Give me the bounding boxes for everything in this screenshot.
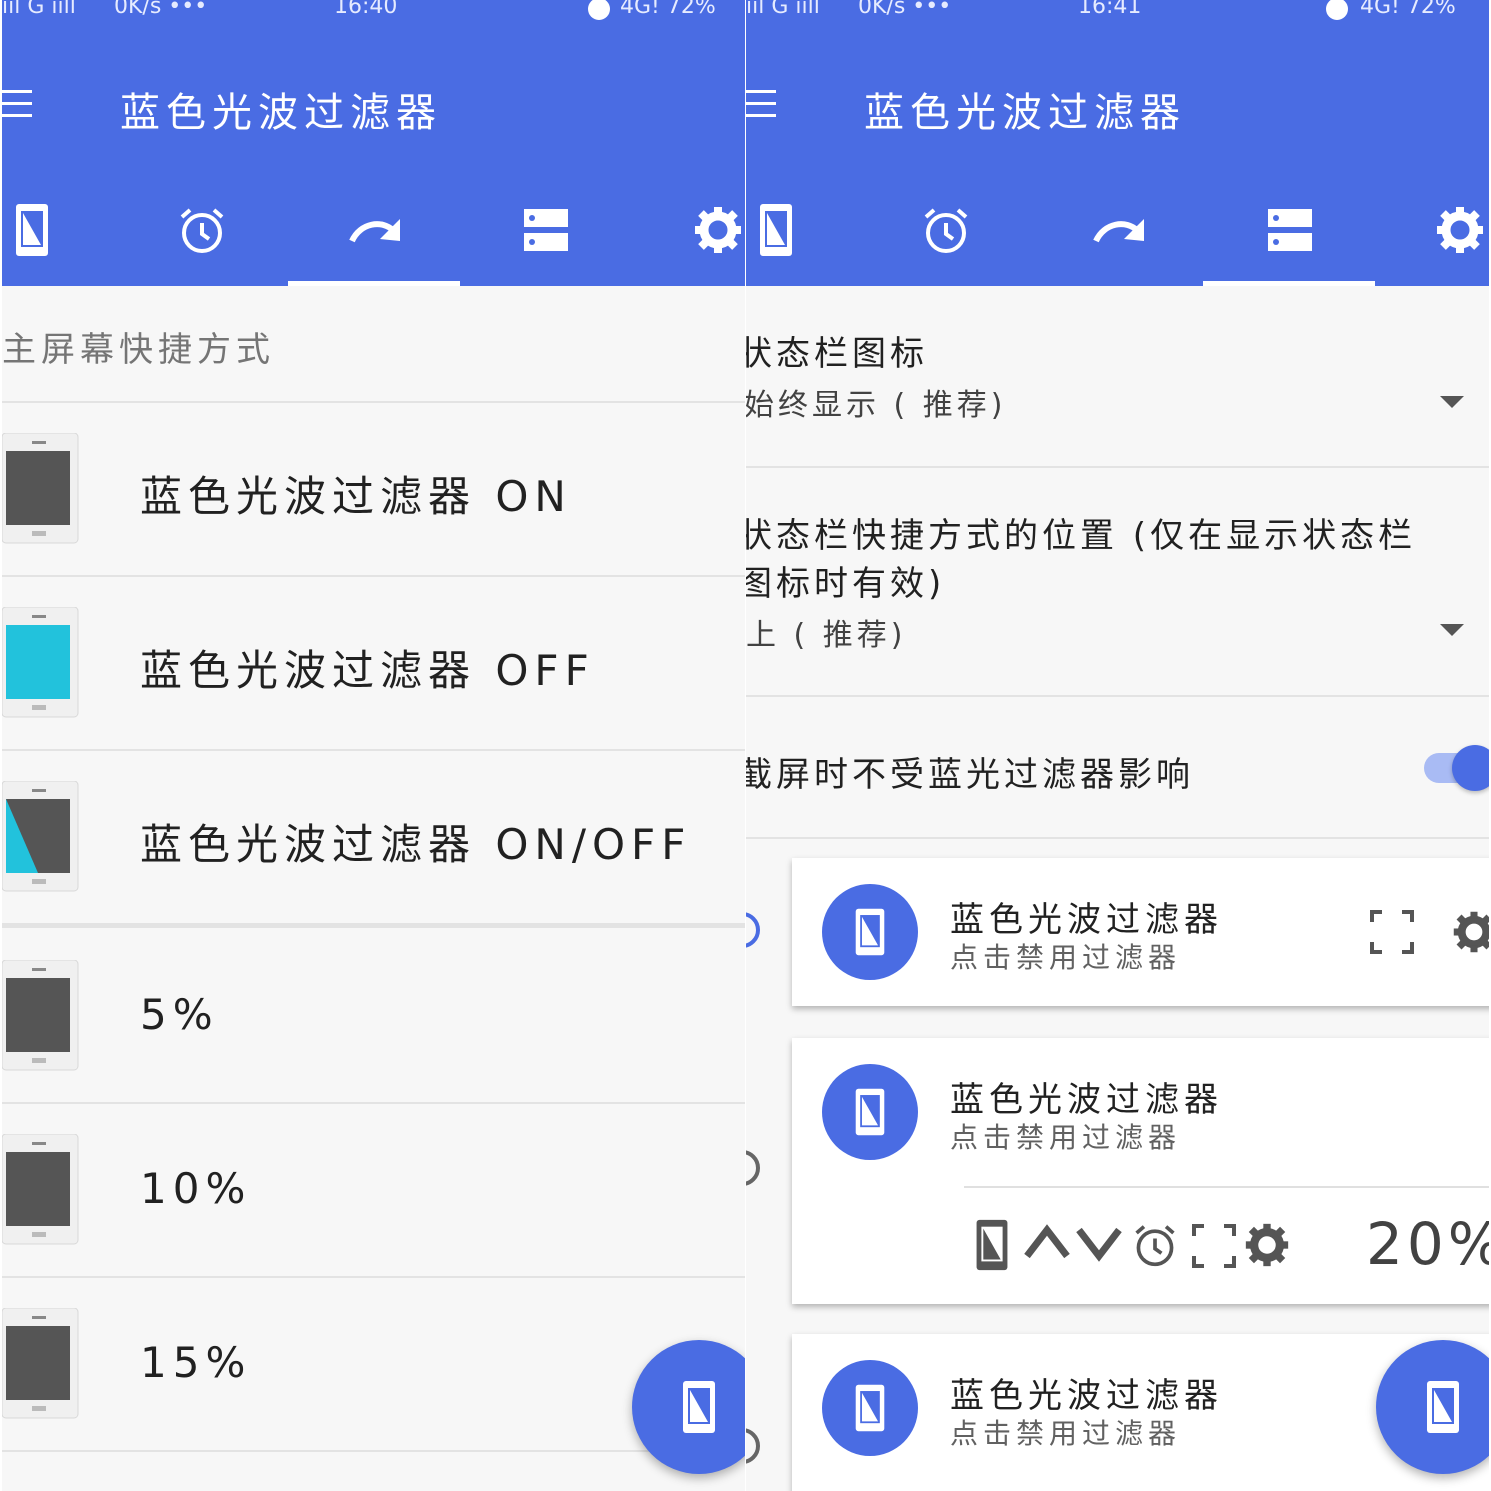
shortcut-label: 15% xyxy=(140,1338,252,1387)
gear-icon[interactable] xyxy=(1452,910,1489,954)
shortcut-label: 蓝色光波过滤器 ON/OFF xyxy=(140,820,692,869)
shortcut-row-5[interactable]: 5% xyxy=(2,928,745,1104)
notification-preview-2[interactable]: 蓝色光波过滤器 点击禁用过滤器 20% xyxy=(792,1038,1489,1304)
shortcut-label: 蓝色光波过滤器 OFF xyxy=(140,646,595,695)
intensity-percent: 20% xyxy=(1366,1210,1489,1278)
divider xyxy=(964,1186,1489,1188)
network-speed: 0K/s ••• xyxy=(858,0,952,19)
tab-notification[interactable] xyxy=(1260,192,1320,268)
left-screen: ııl G ııll 0K/s ••• 16:40 4G! 72% 蓝色光波过滤… xyxy=(2,0,745,1491)
phone-filter-icon[interactable] xyxy=(974,1218,1010,1272)
alarm-clock-icon xyxy=(924,208,968,253)
shortcut-row-on[interactable]: 蓝色光波过滤器 ON xyxy=(2,403,745,577)
phone-filter-icon xyxy=(855,1384,885,1432)
notification-preview-1[interactable]: 蓝色光波过滤器 点击禁用过滤器 xyxy=(792,858,1489,1006)
phone-filter-icon xyxy=(760,204,792,256)
notification-title: 蓝色光波过滤器 xyxy=(950,1080,1223,1120)
pref-title-line2: 图标时有效) xyxy=(746,564,946,604)
network-battery: 4G! 72% xyxy=(1360,0,1456,19)
notification-icon xyxy=(822,1360,918,1456)
tab-shortcuts[interactable] xyxy=(1089,192,1149,268)
notification-text: 点击禁用过滤器 xyxy=(950,1417,1182,1450)
radio-unselected[interactable] xyxy=(746,1150,760,1186)
notification-title: 蓝色光波过滤器 xyxy=(950,900,1223,940)
chevron-up-icon[interactable] xyxy=(1022,1222,1072,1262)
clock: 16:40 xyxy=(334,0,398,19)
status-bar: ııl G ııll 0K/s ••• 16:41 4G! 72% xyxy=(746,0,1489,36)
lock-status-icon xyxy=(588,0,610,20)
chevron-down-icon[interactable] xyxy=(1074,1224,1124,1264)
shortcut-label: 5% xyxy=(140,990,219,1039)
pref-title: 状态栏图标 xyxy=(746,334,928,374)
gear-icon xyxy=(1437,207,1483,253)
pref-value: 上 ( 推荐) xyxy=(746,618,907,653)
app-title: 蓝色光波过滤器 xyxy=(864,90,1186,136)
shortcut-row-toggle[interactable]: 蓝色光波过滤器 ON/OFF xyxy=(2,751,745,928)
gear-icon[interactable] xyxy=(1244,1222,1290,1268)
phone-filter-icon xyxy=(855,908,885,956)
tab-shortcuts[interactable] xyxy=(345,192,405,268)
phone-filter-icon xyxy=(855,1088,885,1136)
right-screen: ııl G ııll 0K/s ••• 16:41 4G! 72% 蓝色光波过滤… xyxy=(746,0,1489,1491)
redo-arrow-icon xyxy=(349,219,400,243)
signal-indicator: ııl G ııll xyxy=(2,0,76,19)
fullscreen-icon[interactable] xyxy=(1370,910,1414,954)
tab-settings[interactable] xyxy=(688,192,745,268)
shortcut-row-off[interactable]: 蓝色光波过滤器 OFF xyxy=(2,577,745,751)
hamburger-menu-icon[interactable] xyxy=(2,88,32,118)
network-battery: 4G! 72% xyxy=(620,0,716,19)
tab-schedule[interactable] xyxy=(172,192,232,268)
phone-cyan-icon xyxy=(2,607,79,718)
pref-title: 状态栏快捷方式的位置 (仅在显示状态栏 xyxy=(746,516,1417,556)
network-speed: 0K/s ••• xyxy=(114,0,208,19)
alarm-clock-icon xyxy=(180,208,224,253)
alarm-clock-icon[interactable] xyxy=(1132,1222,1178,1268)
shortcut-row-10[interactable]: 10% xyxy=(2,1104,745,1278)
phone-filter-icon xyxy=(1427,1381,1459,1433)
phone-dark-icon xyxy=(2,433,79,544)
tab-filter[interactable] xyxy=(2,192,62,268)
shortcut-label: 蓝色光波过滤器 ON xyxy=(140,472,572,521)
phone-half-icon xyxy=(2,781,79,892)
tab-notification[interactable] xyxy=(516,192,576,268)
server-list-icon xyxy=(1268,209,1312,251)
section-title: 主屏幕快捷方式 xyxy=(2,330,275,370)
radio-unselected[interactable] xyxy=(746,1428,760,1464)
pref-value: 始终显示 ( 推荐) xyxy=(746,388,1007,423)
tab-indicator xyxy=(288,281,460,286)
dropdown-arrow-icon xyxy=(1440,624,1464,636)
gear-icon xyxy=(695,207,741,253)
hamburger-menu-icon[interactable] xyxy=(746,88,776,118)
signal-indicator: ııl G ııll xyxy=(746,0,820,19)
tab-settings[interactable] xyxy=(1430,192,1489,268)
redo-arrow-icon xyxy=(1093,219,1144,243)
pref-screenshot[interactable]: 截屏时不受蓝光过滤器影响 xyxy=(746,697,1489,839)
clock: 16:41 xyxy=(1078,0,1142,19)
dropdown-arrow-icon xyxy=(1440,396,1464,408)
tab-schedule[interactable] xyxy=(916,192,976,268)
notification-icon xyxy=(822,1064,918,1160)
server-list-icon xyxy=(524,209,568,251)
phone-dark-icon xyxy=(2,1134,79,1245)
phone-dark-icon xyxy=(2,1308,79,1419)
radio-selected[interactable] xyxy=(746,912,760,948)
notification-icon xyxy=(822,884,918,980)
notification-text: 点击禁用过滤器 xyxy=(950,1121,1182,1154)
toggle-switch-thumb[interactable] xyxy=(1452,745,1489,791)
tab-filter[interactable] xyxy=(746,192,806,268)
phone-filter-icon xyxy=(683,1381,715,1433)
notification-title: 蓝色光波过滤器 xyxy=(950,1376,1223,1416)
pref-shortcut-position[interactable]: 状态栏快捷方式的位置 (仅在显示状态栏 图标时有效) 上 ( 推荐) xyxy=(746,468,1489,697)
notification-text: 点击禁用过滤器 xyxy=(950,941,1182,974)
pref-statusbar-icon[interactable]: 状态栏图标 始终显示 ( 推荐) xyxy=(746,286,1489,468)
lock-status-icon xyxy=(1326,0,1348,20)
phone-filter-icon xyxy=(16,204,48,256)
shortcut-label: 10% xyxy=(140,1164,252,1213)
pref-title: 截屏时不受蓝光过滤器影响 xyxy=(746,755,1194,795)
phone-dark-icon xyxy=(2,960,79,1071)
shortcut-row-15[interactable]: 15% xyxy=(2,1278,745,1452)
status-bar: ııl G ııll 0K/s ••• 16:40 4G! 72% xyxy=(2,0,745,36)
app-title: 蓝色光波过滤器 xyxy=(120,90,442,136)
fullscreen-icon[interactable] xyxy=(1192,1224,1236,1268)
